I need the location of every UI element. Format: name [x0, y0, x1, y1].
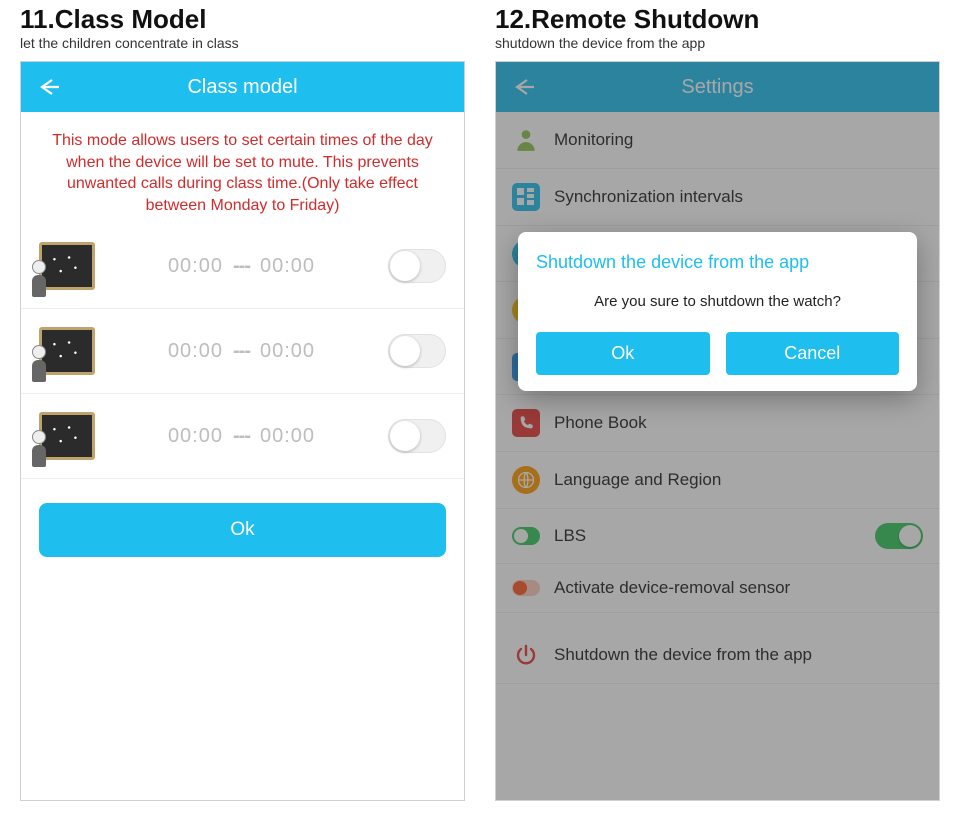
section-heading-11: 11.Class Model — [20, 0, 465, 35]
phone-class-model: Class model This mode allows users to se… — [20, 61, 465, 801]
class-mode-description: This mode allows users to set certain ti… — [21, 112, 464, 224]
dash-icon: --- — [233, 255, 250, 278]
dash-icon: --- — [233, 425, 250, 448]
time-from: 00:00 — [168, 425, 223, 448]
section-sub-12: shutdown the device from the app — [495, 35, 940, 51]
time-slot-row[interactable]: 00:00 --- 00:00 — [21, 224, 464, 309]
back-icon[interactable] — [35, 73, 63, 101]
time-from: 00:00 — [168, 255, 223, 278]
dialog-ok-button[interactable]: Ok — [536, 332, 710, 375]
modal-backdrop[interactable] — [496, 62, 939, 800]
time-to: 00:00 — [260, 340, 315, 363]
dialog-message: Are you sure to shutdown the watch? — [536, 293, 899, 310]
blackboard-icon — [39, 327, 95, 375]
slot-toggle[interactable] — [388, 419, 446, 453]
dialog-cancel-button[interactable]: Cancel — [726, 332, 900, 375]
blackboard-icon — [39, 242, 95, 290]
phone-settings: Settings Monitoring Synchronization inte… — [495, 61, 940, 801]
blackboard-icon — [39, 412, 95, 460]
time-to: 00:00 — [260, 255, 315, 278]
time-range[interactable]: 00:00 --- 00:00 — [105, 255, 378, 278]
ok-button[interactable]: Ok — [39, 503, 446, 557]
shutdown-dialog: Shutdown the device from the app Are you… — [518, 232, 917, 391]
appbar: Class model — [21, 62, 464, 112]
slot-toggle[interactable] — [388, 334, 446, 368]
time-to: 00:00 — [260, 425, 315, 448]
time-range[interactable]: 00:00 --- 00:00 — [105, 425, 378, 448]
dialog-title: Shutdown the device from the app — [536, 252, 899, 273]
slot-toggle[interactable] — [388, 249, 446, 283]
section-heading-12: 12.Remote Shutdown — [495, 0, 940, 35]
time-slot-row[interactable]: 00:00 --- 00:00 — [21, 309, 464, 394]
time-range[interactable]: 00:00 --- 00:00 — [105, 340, 378, 363]
time-slot-row[interactable]: 00:00 --- 00:00 — [21, 394, 464, 479]
appbar-title: Class model — [21, 76, 464, 99]
dash-icon: --- — [233, 340, 250, 363]
section-sub-11: let the children concentrate in class — [20, 35, 465, 51]
time-from: 00:00 — [168, 340, 223, 363]
